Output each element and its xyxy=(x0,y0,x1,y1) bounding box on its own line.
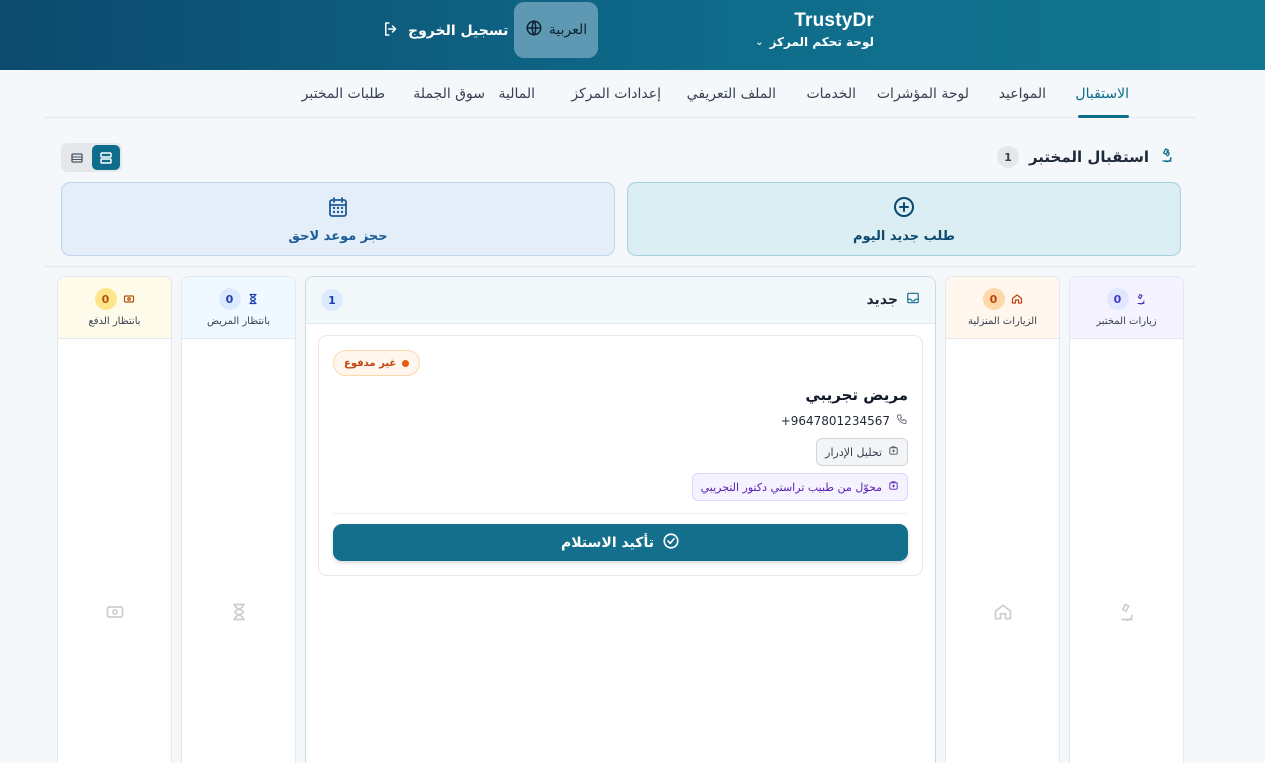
column-header: 0 بانتظار الدفع xyxy=(58,277,171,339)
microscope-icon xyxy=(1135,290,1147,309)
section-count: 1 xyxy=(996,146,1019,168)
check-circle-icon xyxy=(662,532,680,554)
column-count: 0 xyxy=(94,288,117,310)
flask-icon xyxy=(888,445,899,459)
hourglass-icon xyxy=(247,290,259,309)
card-divider xyxy=(333,513,908,514)
tab-reception[interactable]: الاستقبال xyxy=(1075,86,1129,102)
globe-icon xyxy=(525,19,543,41)
column-waiting-payment: 0 بانتظار الدفع xyxy=(57,276,172,763)
language-label: العربية xyxy=(548,22,588,38)
tab-appointments[interactable]: المواعيد xyxy=(999,86,1046,102)
status-dot xyxy=(402,359,410,367)
tab-finance[interactable]: المالية xyxy=(498,86,535,102)
phone-number: +9647801234567 xyxy=(780,413,890,428)
section-title: استقبال المختبر xyxy=(1028,148,1149,166)
logout-button[interactable]: تسجيل الخروج xyxy=(382,20,508,42)
chevron-down-icon: ⌄ xyxy=(755,36,764,48)
column-label: بانتظار الدفع xyxy=(88,316,141,327)
empty-home-icon xyxy=(993,602,1013,626)
empty-microscope-icon xyxy=(1117,602,1137,626)
column-count: 0 xyxy=(218,288,241,310)
language-button[interactable]: العربية xyxy=(514,2,598,58)
brand-subtitle: لوحة تحكم المركز xyxy=(769,35,874,49)
app-header: TrustyDr لوحة تحكم المركز ⌄ العربية تسجي… xyxy=(0,0,1265,70)
view-toggle xyxy=(61,143,122,172)
phone-icon xyxy=(896,413,908,428)
new-request-today-button[interactable]: طلب جديد اليوم xyxy=(627,182,1181,256)
empty-hourglass-icon xyxy=(229,602,249,626)
column-waiting-patient: 0 بانتظار المريض xyxy=(181,276,296,763)
column-label: جديد xyxy=(866,292,898,308)
tab-profile[interactable]: الملف التعريفي xyxy=(687,86,776,102)
payment-status-badge: غير مدفوع xyxy=(333,350,421,376)
column-lab-visits: 0 زيارات المختبر xyxy=(1069,276,1184,763)
column-label: الزيارات المنزلية xyxy=(968,316,1037,327)
payment-status-label: غير مدفوع xyxy=(344,357,397,369)
inbox-icon xyxy=(906,291,920,309)
logout-label: تسجيل الخروج xyxy=(408,23,509,39)
referral-label: محوّل من طبيب تراستي دكتور التجريبي xyxy=(700,480,882,494)
tab-center-settings[interactable]: إعدادات المركز xyxy=(571,86,661,102)
confirm-receipt-label: تأكيد الاستلام xyxy=(561,534,654,551)
logout-icon xyxy=(382,20,400,42)
column-label: بانتظار المريض xyxy=(206,316,271,327)
tab-dashboard[interactable]: لوحة المؤشرات xyxy=(877,86,969,102)
column-count: 1 xyxy=(321,289,343,311)
center-dashboard-selector[interactable]: لوحة تحكم المركز ⌄ xyxy=(755,35,874,49)
test-chip: تحليل الإدرار xyxy=(816,438,908,466)
plus-circle-icon xyxy=(892,195,916,223)
section-divider xyxy=(44,266,1196,267)
patient-card[interactable]: غير مدفوع مريض تجريبي +9647801234567 تحل… xyxy=(318,335,923,576)
column-header: جديد 1 xyxy=(306,277,935,324)
board-view-icon xyxy=(100,151,112,164)
calendar-icon xyxy=(326,195,350,223)
referral-chip: محوّل من طبيب تراستي دكتور التجريبي xyxy=(691,473,908,501)
column-header: 0 زيارات المختبر xyxy=(1070,277,1183,339)
patient-phone: +9647801234567 xyxy=(781,413,908,428)
cash-icon xyxy=(123,290,135,309)
home-icon xyxy=(1011,290,1023,309)
tab-lab-orders[interactable]: طلبات المختبر xyxy=(302,86,385,102)
tab-wholesale[interactable]: سوق الجملة xyxy=(413,86,485,102)
list-view-button[interactable] xyxy=(63,145,92,170)
list-view-icon xyxy=(71,152,83,163)
medical-bag-icon xyxy=(888,480,899,494)
column-header: 0 الزيارات المنزلية xyxy=(946,277,1059,339)
column-count: 0 xyxy=(982,288,1005,310)
empty-cash-icon xyxy=(105,602,125,626)
active-tab-indicator xyxy=(1078,115,1129,118)
tab-services[interactable]: الخدمات xyxy=(807,86,857,102)
column-header: 0 بانتظار المريض xyxy=(182,277,295,339)
confirm-receipt-button[interactable]: تأكيد الاستلام xyxy=(333,524,908,561)
column-label: زيارات المختبر xyxy=(1096,316,1157,327)
column-new: جديد 1 غير مدفوع مريض تجريبي +9647801234… xyxy=(305,276,936,763)
patient-name: مريض تجريبي xyxy=(805,386,908,404)
column-count: 0 xyxy=(1106,288,1129,310)
column-home-visits: 0 الزيارات المنزلية xyxy=(945,276,1060,763)
brand[interactable]: TrustyDr لوحة تحكم المركز ⌄ xyxy=(755,10,874,49)
book-later-button[interactable]: حجز موعد لاحق xyxy=(61,182,615,256)
brand-name: TrustyDr xyxy=(794,10,874,31)
book-later-label: حجز موعد لاحق xyxy=(288,228,388,244)
board-view-button[interactable] xyxy=(91,145,120,170)
new-request-today-label: طلب جديد اليوم xyxy=(853,228,955,244)
test-label: تحليل الإدرار xyxy=(825,445,882,459)
section-header: استقبال المختبر 1 xyxy=(996,146,1175,168)
main-tabs: الاستقبال المواعيد لوحة المؤشرات الخدمات… xyxy=(44,70,1196,118)
microscope-icon xyxy=(1159,147,1175,167)
